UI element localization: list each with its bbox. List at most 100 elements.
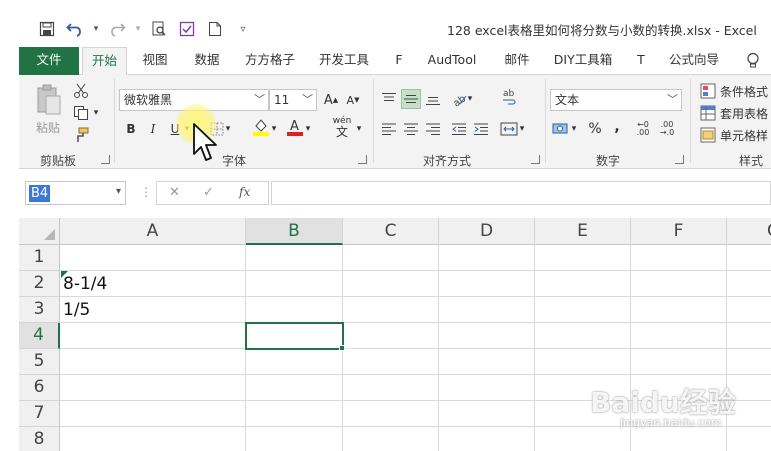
grid-cell[interactable]: [439, 323, 535, 349]
comma-style-icon[interactable]: ,: [607, 117, 627, 137]
grid-cell[interactable]: [343, 245, 439, 271]
wrap-text-icon[interactable]: ab: [499, 87, 519, 107]
row-header-1[interactable]: 1: [19, 245, 60, 271]
grid-cell[interactable]: [727, 297, 771, 323]
font-launcher-icon[interactable]: [358, 155, 367, 164]
align-right-icon[interactable]: [423, 119, 443, 139]
tab-fangfang[interactable]: 方方格子: [239, 47, 301, 75]
font-color-dropdown-icon[interactable]: ▾: [303, 119, 313, 139]
grid-cell[interactable]: [60, 401, 246, 427]
increase-indent-icon[interactable]: [471, 119, 491, 139]
row-header-3[interactable]: 3: [19, 297, 60, 323]
fill-color-dropdown-icon[interactable]: ▾: [269, 119, 279, 139]
font-color-icon[interactable]: A: [285, 117, 305, 137]
decrease-indent-icon[interactable]: [449, 119, 469, 139]
merge-dropdown-icon[interactable]: ▾: [517, 119, 527, 139]
tab-t[interactable]: T: [631, 47, 651, 75]
grid-cell[interactable]: [439, 401, 535, 427]
percent-style-icon[interactable]: %: [585, 119, 605, 139]
grid-cell[interactable]: [727, 427, 771, 451]
grid-cell[interactable]: [631, 297, 727, 323]
decrease-font-icon[interactable]: A ▼: [343, 90, 363, 110]
grid-cell[interactable]: [246, 271, 343, 297]
redo-icon[interactable]: [106, 18, 128, 40]
tab-file[interactable]: 文件: [19, 47, 79, 75]
tab-f[interactable]: F: [389, 47, 409, 75]
bold-button[interactable]: B: [121, 119, 141, 139]
align-center-icon[interactable]: [401, 119, 421, 139]
print-preview-icon[interactable]: [148, 18, 170, 40]
tab-mail[interactable]: 邮件: [497, 47, 537, 75]
column-header-d[interactable]: D: [439, 218, 535, 245]
grid-cell[interactable]: [343, 375, 439, 401]
paste-label[interactable]: 粘贴: [36, 119, 60, 136]
paste-icon[interactable]: [33, 83, 65, 117]
column-header-a[interactable]: A: [60, 218, 246, 245]
grid-cell[interactable]: [631, 323, 727, 349]
column-header-f[interactable]: F: [631, 218, 727, 245]
cell-styles-icon[interactable]: [699, 125, 717, 145]
grid-cell[interactable]: [727, 349, 771, 375]
undo-dropdown-icon[interactable]: ▾: [92, 18, 100, 40]
fill-color-icon[interactable]: [251, 117, 271, 137]
clipboard-launcher-icon[interactable]: [101, 155, 110, 164]
grid-cell[interactable]: [439, 427, 535, 451]
grid-cell[interactable]: [631, 349, 727, 375]
grid-cell[interactable]: [439, 297, 535, 323]
customize-qat-icon[interactable]: ▿: [232, 18, 254, 40]
grid-cell[interactable]: [535, 245, 631, 271]
accounting-format-icon[interactable]: [551, 119, 571, 139]
tab-data[interactable]: 数据: [187, 47, 227, 75]
grid-cell[interactable]: [343, 349, 439, 375]
format-as-table-icon[interactable]: [699, 103, 717, 123]
fill-handle[interactable]: [339, 345, 345, 351]
grid-cell[interactable]: [60, 427, 246, 451]
number-format-select[interactable]: 文本 ﹀: [550, 89, 682, 111]
grid-cell[interactable]: [535, 271, 631, 297]
new-document-icon[interactable]: [204, 18, 226, 40]
grid-cell[interactable]: [60, 349, 246, 375]
save-icon[interactable]: [36, 18, 58, 40]
row-header-2[interactable]: 2: [19, 271, 60, 297]
phonetic-icon[interactable]: wén 文: [329, 116, 355, 138]
align-top-icon[interactable]: [379, 89, 399, 109]
phonetic-dropdown-icon[interactable]: ▾: [354, 119, 364, 139]
grid-cell[interactable]: [246, 349, 343, 375]
accounting-dropdown-icon[interactable]: ▾: [569, 119, 579, 139]
grid-cell[interactable]: [246, 427, 343, 451]
grid-cell[interactable]: [343, 401, 439, 427]
grid-cell[interactable]: [246, 375, 343, 401]
copy-icon[interactable]: [71, 103, 91, 123]
grid-cell[interactable]: [727, 245, 771, 271]
align-bottom-icon[interactable]: [423, 89, 443, 109]
tab-diy-toolbox[interactable]: DIY工具箱: [551, 47, 615, 75]
grid-cell[interactable]: [60, 323, 246, 349]
grid-cell[interactable]: [60, 245, 246, 271]
grid-cell[interactable]: [439, 349, 535, 375]
decrease-decimal-icon[interactable]: .00 →.0: [657, 119, 677, 139]
grid-cell[interactable]: [343, 323, 439, 349]
borders-dropdown-icon[interactable]: ▾: [223, 119, 233, 139]
format-as-table-label[interactable]: 套用表格: [720, 105, 768, 122]
grid-cell[interactable]: [631, 427, 727, 451]
column-header-e[interactable]: E: [535, 218, 631, 245]
grid-cell[interactable]: [343, 271, 439, 297]
italic-button[interactable]: I: [143, 119, 163, 139]
format-painter-icon[interactable]: [71, 125, 91, 145]
grid-cell[interactable]: [535, 427, 631, 451]
column-header-b[interactable]: B: [246, 218, 343, 245]
row-header-8[interactable]: 8: [19, 427, 60, 451]
align-middle-icon[interactable]: [401, 89, 421, 109]
cell-styles-label[interactable]: 单元格样: [720, 127, 768, 144]
grid-cell[interactable]: [343, 427, 439, 451]
cancel-icon[interactable]: ✕: [169, 185, 180, 200]
undo-icon[interactable]: [64, 18, 86, 40]
tab-view[interactable]: 视图: [135, 47, 175, 75]
grid-cell[interactable]: [246, 297, 343, 323]
increase-decimal-icon[interactable]: ←0.00: [633, 119, 653, 139]
grid-cell[interactable]: [535, 297, 631, 323]
redo-dropdown-icon[interactable]: ▾: [134, 18, 142, 40]
copy-dropdown-icon[interactable]: ▾: [91, 103, 101, 123]
grid-cell[interactable]: [727, 271, 771, 297]
name-box[interactable]: B4 ▾: [25, 181, 126, 205]
